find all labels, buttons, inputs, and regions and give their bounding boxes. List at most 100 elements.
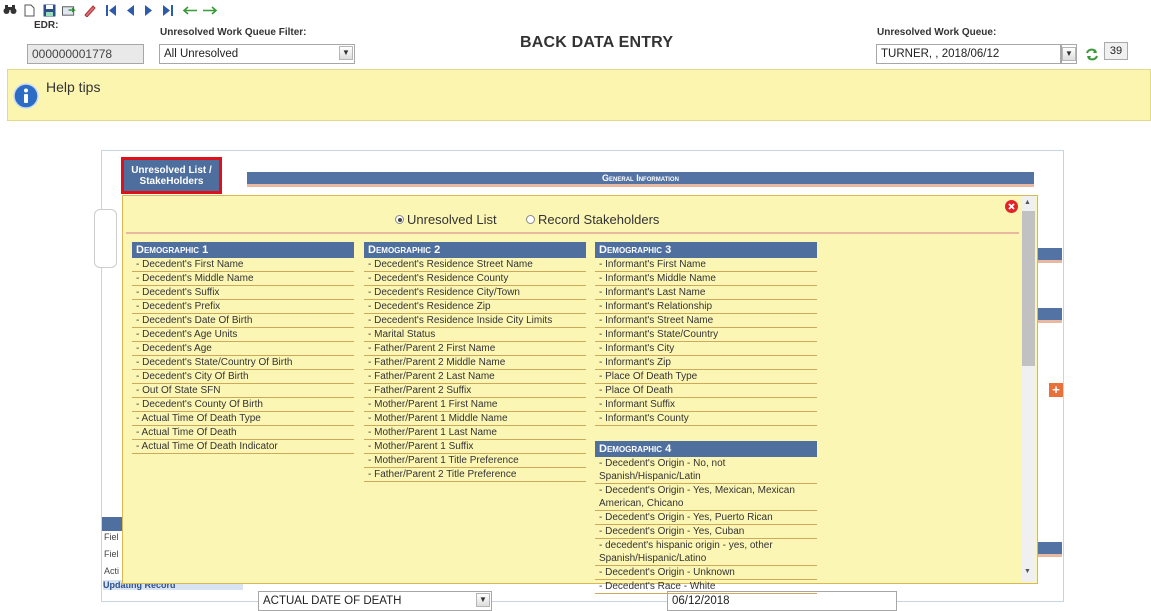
list-item[interactable]: - Decedent's Origin - No, not Spanish/Hi…: [595, 457, 817, 484]
list-item[interactable]: - decedent's hispanic origin - yes, othe…: [595, 539, 817, 566]
list-item[interactable]: - Father/Parent 2 First Name: [364, 342, 586, 356]
demographic-3-header: Demographic 3: [595, 242, 817, 258]
radio-divider: [126, 232, 1019, 234]
list-item[interactable]: - Mother/Parent 1 Suffix: [364, 440, 586, 454]
list-item[interactable]: - Decedent's First Name: [132, 258, 354, 272]
unresolved-list-tab[interactable]: Unresolved List / StakeHolders: [121, 157, 222, 194]
list-item[interactable]: - Mother/Parent 1 First Name: [364, 398, 586, 412]
first-record-icon[interactable]: [104, 3, 118, 17]
death-date-type-select[interactable]: ACTUAL DATE OF DEATH ▼: [258, 591, 492, 611]
list-item[interactable]: - Informant's Street Name: [595, 314, 817, 328]
list-item[interactable]: - Father/Parent 2 Last Name: [364, 370, 586, 384]
list-item[interactable]: - Decedent's Prefix: [132, 300, 354, 314]
general-information-title: General Information: [602, 173, 679, 183]
list-item[interactable]: - Marital Status: [364, 328, 586, 342]
list-item[interactable]: - Place Of Death Type: [595, 370, 817, 384]
new-document-icon[interactable]: [22, 3, 36, 17]
list-item[interactable]: - Mother/Parent 1 Middle Name: [364, 412, 586, 426]
add-icon[interactable]: +: [1049, 383, 1063, 397]
section-bar-fragment: [1037, 308, 1062, 323]
scroll-up-icon[interactable]: ▲: [1024, 199, 1031, 206]
list-item[interactable]: - Decedent's Date Of Birth: [132, 314, 354, 328]
next-record-icon[interactable]: [142, 3, 156, 17]
filter-label: Unresolved Work Queue Filter:: [160, 27, 307, 38]
chevron-down-icon[interactable]: ▼: [339, 46, 353, 60]
filter-select-value: All Unresolved: [164, 48, 239, 60]
eraser-icon[interactable]: [82, 3, 96, 17]
info-icon[interactable]: [13, 83, 39, 109]
page-title: BACK DATA ENTRY: [520, 34, 674, 51]
list-item[interactable]: - Actual Time Of Death Type: [132, 412, 354, 426]
back-arrow-icon[interactable]: [181, 3, 197, 17]
demographic-4-list: - Decedent's Origin - No, not Spanish/Hi…: [595, 457, 817, 594]
list-item[interactable]: - Informant's Middle Name: [595, 272, 817, 286]
list-item[interactable]: - Decedent's State/Country Of Birth: [132, 356, 354, 370]
list-item[interactable]: - Out Of State SFN: [132, 384, 354, 398]
export-icon[interactable]: [62, 3, 76, 17]
save-icon[interactable]: [42, 3, 56, 17]
radio-record-stakeholders[interactable]: Record Stakeholders: [526, 212, 659, 227]
radio-unresolved-list[interactable]: Unresolved List: [395, 212, 497, 227]
chevron-down-icon[interactable]: ▼: [1062, 47, 1076, 61]
edr-field[interactable]: 000000001778: [27, 44, 144, 64]
demographic-3-list: - Informant's First Name - Informant's Mi…: [595, 258, 817, 426]
list-item[interactable]: - Decedent's Residence Inside City Limit…: [364, 314, 586, 328]
list-item[interactable]: - Decedent's Race - White: [595, 580, 817, 594]
list-item[interactable]: - Informant's City: [595, 342, 817, 356]
list-item[interactable]: - Informant's First Name: [595, 258, 817, 272]
list-item[interactable]: - Decedent's Age Units: [132, 328, 354, 342]
list-item[interactable]: - Decedent's Origin - Yes, Mexican, Mexi…: [595, 484, 817, 511]
list-item[interactable]: - Informant's State/Country: [595, 328, 817, 342]
queue-count-badge: 39: [1104, 42, 1128, 60]
list-item[interactable]: - Decedent's City Of Birth: [132, 370, 354, 384]
queue-dropdown-button[interactable]: ▼: [1061, 44, 1077, 64]
list-item[interactable]: - Decedent's Middle Name: [132, 272, 354, 286]
general-information-bar: General Information: [247, 172, 1034, 187]
list-item[interactable]: - Decedent's Origin - Unknown: [595, 566, 817, 580]
list-item[interactable]: - Place Of Death: [595, 384, 817, 398]
unresolved-list-tab-label: Unresolved List / StakeHolders: [131, 165, 212, 187]
list-item[interactable]: - Decedent's Origin - Yes, Cuban: [595, 525, 817, 539]
list-item[interactable]: - Decedent's Origin - Yes, Puerto Rican: [595, 511, 817, 525]
unresolved-list-popup: ▲ ▼ Unresolved List Record Stakeholders …: [122, 195, 1038, 594]
list-item[interactable]: - Decedent's Suffix: [132, 286, 354, 300]
actual-date-of-death-field[interactable]: 06/12/2018: [667, 591, 897, 611]
list-item[interactable]: - Mother/Parent 1 Title Preference: [364, 454, 586, 468]
side-row-1: Fiel: [104, 532, 119, 542]
popup-scrollbar[interactable]: ▲ ▼: [1021, 196, 1036, 582]
list-item[interactable]: - Informant's County: [595, 412, 817, 426]
list-item[interactable]: - Father/Parent 2 Middle Name: [364, 356, 586, 370]
queue-select[interactable]: TURNER, , 2018/06/12: [876, 44, 1061, 64]
search-icon[interactable]: [3, 3, 17, 17]
demographic-4-column: Demographic 4 - Decedent's Origin - No, …: [595, 441, 817, 594]
list-item[interactable]: - Actual Time Of Death Indicator: [132, 440, 354, 454]
radio-off-icon: [526, 215, 535, 225]
close-icon[interactable]: [1005, 200, 1018, 213]
list-item[interactable]: - Decedent's Residence Zip: [364, 300, 586, 314]
filter-select[interactable]: All Unresolved ▼: [159, 44, 355, 64]
list-item[interactable]: - Informant's Last Name: [595, 286, 817, 300]
list-item[interactable]: - Mother/Parent 1 Last Name: [364, 426, 586, 440]
left-fragment-top: [94, 209, 117, 268]
list-item[interactable]: - Informant's Zip: [595, 356, 817, 370]
chevron-down-icon[interactable]: ▼: [476, 593, 490, 607]
demographic-1-header: Demographic 1: [132, 242, 354, 258]
list-item[interactable]: - Informant's Relationship: [595, 300, 817, 314]
list-item[interactable]: - Father/Parent 2 Title Preference: [364, 468, 586, 482]
forward-arrow-icon[interactable]: [202, 3, 218, 17]
queue-select-value: TURNER, , 2018/06/12: [881, 48, 1000, 60]
list-item[interactable]: - Decedent's Residence Street Name: [364, 258, 586, 272]
previous-record-icon[interactable]: [123, 3, 137, 17]
refresh-icon[interactable]: [1085, 48, 1099, 61]
scroll-down-icon[interactable]: ▼: [1024, 568, 1031, 575]
scrollbar-thumb[interactable]: [1022, 211, 1035, 366]
list-item[interactable]: - Father/Parent 2 Suffix: [364, 384, 586, 398]
list-item[interactable]: - Decedent's Age: [132, 342, 354, 356]
last-record-icon[interactable]: [161, 3, 175, 17]
list-item[interactable]: - Decedent's Residence City/Town: [364, 286, 586, 300]
list-item[interactable]: - Decedent's Residence County: [364, 272, 586, 286]
list-item[interactable]: - Informant Suffix: [595, 398, 817, 412]
list-item[interactable]: - Decedent's County Of Birth: [132, 398, 354, 412]
help-tips-label[interactable]: Help tips: [46, 79, 100, 95]
list-item[interactable]: - Actual Time Of Death: [132, 426, 354, 440]
